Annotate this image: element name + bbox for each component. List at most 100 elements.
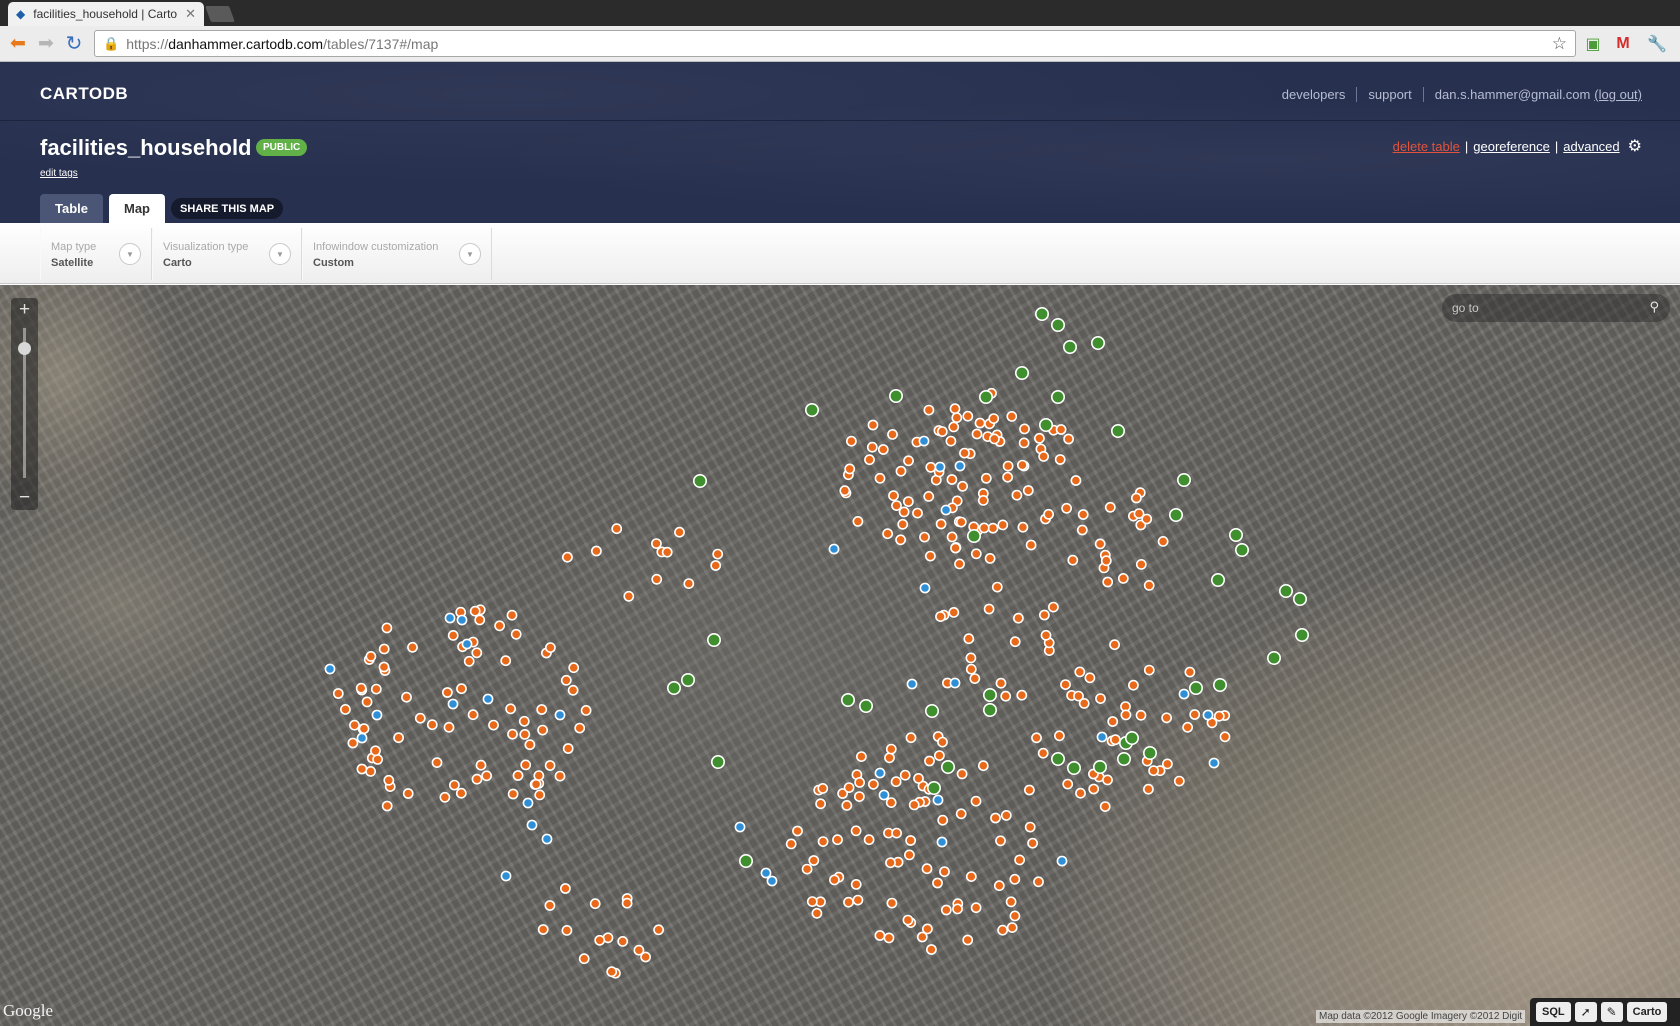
map-point-marker[interactable] — [455, 787, 467, 799]
select-cursor-icon[interactable]: ➚ — [1574, 1002, 1597, 1022]
map-point-marker[interactable] — [1293, 591, 1308, 606]
map-point-marker[interactable] — [864, 454, 875, 466]
map-point-marker[interactable] — [932, 877, 943, 889]
map-point-marker[interactable] — [863, 834, 875, 846]
map-point-marker[interactable] — [1135, 709, 1147, 721]
map-point-marker[interactable] — [962, 410, 974, 422]
zoom-out-button[interactable]: − — [11, 486, 38, 510]
map-point-marker[interactable] — [878, 789, 890, 801]
map-point-marker[interactable] — [536, 704, 548, 715]
map-point-marker[interactable] — [1039, 418, 1054, 433]
map-point-marker[interactable] — [562, 551, 573, 563]
reload-icon[interactable]: ↻ — [62, 31, 86, 55]
map-point-marker[interactable] — [923, 490, 935, 502]
map-point-marker[interactable] — [885, 857, 896, 869]
map-point-marker[interactable] — [372, 753, 383, 765]
map-point-marker[interactable] — [710, 754, 725, 769]
lock-warning-icon[interactable]: 🔒 — [103, 36, 119, 52]
cartodb-logo[interactable]: CARTODB — [40, 84, 128, 104]
map-point-marker[interactable] — [841, 800, 853, 811]
map-point-marker[interactable] — [955, 516, 967, 528]
map-point-marker[interactable] — [666, 680, 681, 695]
map-point-marker[interactable] — [1189, 680, 1204, 695]
map-point-marker[interactable] — [925, 550, 936, 562]
map-point-marker[interactable] — [980, 472, 992, 484]
map-point-marker[interactable] — [469, 605, 481, 617]
map-point-marker[interactable] — [1024, 821, 1036, 833]
map-point-marker[interactable] — [852, 515, 864, 527]
map-point-marker[interactable] — [500, 870, 512, 882]
map-point-marker[interactable] — [829, 874, 840, 886]
map-point-marker[interactable] — [1002, 471, 1013, 483]
map-point-marker[interactable] — [1034, 432, 1045, 444]
map-point-marker[interactable] — [1000, 690, 1012, 702]
map-point-marker[interactable] — [978, 390, 993, 405]
map-point-marker[interactable] — [494, 620, 505, 632]
map-point-marker[interactable] — [940, 504, 952, 516]
map-point-marker[interactable] — [1019, 423, 1030, 435]
map-point-marker[interactable] — [482, 693, 494, 705]
map-point-marker[interactable] — [1054, 454, 1066, 465]
map-point-marker[interactable] — [919, 531, 930, 543]
map-point-marker[interactable] — [1111, 424, 1126, 439]
chevron-down-icon[interactable]: ▼ — [119, 243, 141, 265]
map-point-marker[interactable] — [846, 435, 857, 447]
map-point-marker[interactable] — [414, 712, 426, 724]
map-point-marker[interactable] — [349, 719, 360, 731]
map-point-marker[interactable] — [1177, 473, 1192, 488]
map-point-marker[interactable] — [877, 444, 889, 455]
map-point-marker[interactable] — [1267, 650, 1282, 665]
map-point-marker[interactable] — [358, 723, 370, 735]
map-point-marker[interactable] — [617, 936, 629, 947]
map-point-marker[interactable] — [1169, 508, 1184, 523]
map-point-marker[interactable] — [1110, 734, 1121, 746]
map-point-marker[interactable] — [537, 924, 549, 935]
map-point-marker[interactable] — [1014, 366, 1029, 381]
map-point-marker[interactable] — [339, 703, 351, 715]
map-point-marker[interactable] — [1014, 854, 1025, 866]
map-point-marker[interactable] — [621, 897, 633, 909]
map-point-marker[interactable] — [908, 799, 920, 811]
map-point-marker[interactable] — [874, 767, 886, 779]
map-point-marker[interactable] — [991, 581, 1003, 593]
map-point-marker[interactable] — [1002, 460, 1014, 472]
map-point-marker[interactable] — [488, 719, 499, 731]
share-map-button[interactable]: SHARE THIS MAP — [171, 198, 284, 219]
map-point-marker[interactable] — [952, 903, 963, 915]
map-point-marker[interactable] — [471, 773, 483, 785]
chevron-down-icon[interactable]: ▼ — [269, 243, 291, 265]
map-point-marker[interactable] — [475, 759, 487, 771]
map-point-marker[interactable] — [891, 827, 902, 839]
map-point-marker[interactable] — [1062, 778, 1074, 790]
map-point-marker[interactable] — [1229, 528, 1244, 543]
search-icon[interactable]: ⚲ — [1649, 299, 1659, 315]
map-point-marker[interactable] — [1031, 732, 1042, 744]
map-point-marker[interactable] — [537, 724, 548, 736]
map-point-marker[interactable] — [890, 776, 902, 788]
map-point-marker[interactable] — [506, 609, 518, 621]
map-point-marker[interactable] — [923, 404, 935, 416]
map-point-marker[interactable] — [970, 902, 982, 914]
map-point-marker[interactable] — [934, 750, 945, 761]
map-point-marker[interactable] — [850, 825, 862, 837]
back-arrow-icon[interactable]: ⬅ — [6, 31, 30, 55]
map-point-marker[interactable] — [561, 925, 573, 936]
map-point-marker[interactable] — [383, 774, 395, 786]
map-point-marker[interactable] — [785, 838, 797, 850]
map-point-marker[interactable] — [692, 474, 707, 489]
map-point-marker[interactable] — [1009, 873, 1021, 885]
map-point-marker[interactable] — [806, 896, 818, 907]
map-point-marker[interactable] — [623, 590, 635, 602]
map-point-marker[interactable] — [965, 871, 977, 882]
map-point-marker[interactable] — [370, 683, 382, 695]
map-point-marker[interactable] — [905, 732, 917, 744]
map-point-marker[interactable] — [939, 866, 950, 878]
map-point-marker[interactable] — [983, 603, 995, 615]
map-point-marker[interactable] — [562, 743, 574, 754]
map-point-marker[interactable] — [989, 433, 1000, 445]
map-point-marker[interactable] — [897, 518, 909, 530]
map-point-marker[interactable] — [940, 904, 952, 916]
map-point-marker[interactable] — [560, 883, 571, 894]
map-point-marker[interactable] — [332, 688, 344, 699]
map-point-marker[interactable] — [905, 835, 916, 846]
